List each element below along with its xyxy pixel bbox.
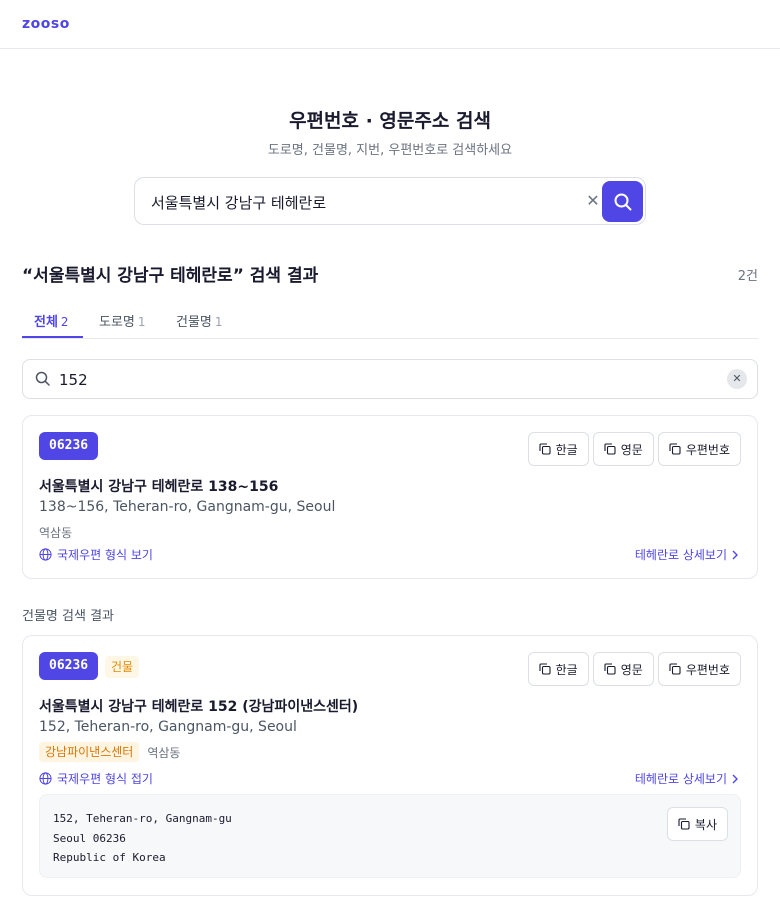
filter-input[interactable] xyxy=(59,369,659,391)
result-card: 06236 한글 영문 우편번호 서울특별시 강남구 테헤란로 138~156 … xyxy=(22,415,758,579)
copy-button-label: 영문 xyxy=(620,662,643,677)
result-tabs: 전체 2 도로명 1 건물명 1 xyxy=(22,298,758,339)
copy-korean-button[interactable]: 한글 xyxy=(527,432,589,466)
copy-buttons: 한글 영문 우편번호 xyxy=(527,432,741,466)
dong-name: 역삼동 xyxy=(39,526,73,540)
chevron-right-icon xyxy=(732,774,738,783)
copy-icon xyxy=(539,663,551,675)
page-title: 우편번호 · 영문주소 검색 xyxy=(289,110,491,132)
intl-format-toggle[interactable]: 국제우편 형식 보기 xyxy=(39,546,153,563)
globe-icon xyxy=(39,772,52,785)
active-tab-indicator xyxy=(22,336,83,338)
tab-all[interactable]: 전체 2 xyxy=(34,311,69,330)
detail-link[interactable]: 테헤란로 상세보기 xyxy=(635,546,739,563)
copy-icon xyxy=(539,443,551,455)
dong-name: 역삼동 xyxy=(147,745,181,760)
copy-icon xyxy=(604,663,616,675)
copy-icon xyxy=(604,443,616,455)
copy-icon xyxy=(678,818,690,830)
intl-line: 152, Teheran-ro, Gangnam-gu xyxy=(53,812,232,825)
copy-zip-button[interactable]: 우편번호 xyxy=(657,432,741,466)
tab-count: 1 xyxy=(214,315,223,329)
section-label: 건물명 검색 결과 xyxy=(22,609,114,624)
intl-toggle-label: 국제우편 형식 접기 xyxy=(57,772,153,786)
clear-filter-icon[interactable]: ✕ xyxy=(727,369,747,389)
copy-english-button[interactable]: 영문 xyxy=(592,432,654,466)
clear-search-icon[interactable]: ✕ xyxy=(583,191,603,211)
copy-icon xyxy=(669,443,681,455)
copy-button-label: 한글 xyxy=(555,662,578,677)
copy-button-label: 우편번호 xyxy=(685,662,730,677)
copy-zip-button[interactable]: 우편번호 xyxy=(657,652,741,686)
building-type-badge: 건물 xyxy=(105,656,140,678)
tab-label: 건물명 xyxy=(176,315,212,330)
tab-count: 1 xyxy=(137,315,146,329)
search-icon xyxy=(614,193,631,210)
search-icon xyxy=(35,371,50,386)
results-count: 2건 xyxy=(737,269,758,284)
search-button[interactable] xyxy=(602,181,643,222)
logo[interactable]: zooso xyxy=(22,16,70,32)
copy-korean-button[interactable]: 한글 xyxy=(527,652,589,686)
detail-link-label: 테헤란로 상세보기 xyxy=(634,548,727,562)
copy-button-label: 우편번호 xyxy=(685,442,730,457)
tab-label: 도로명 xyxy=(99,315,135,330)
intl-address-lines: 152, Teheran-ro, Gangnam-gu Seoul 06236 … xyxy=(53,809,232,868)
copy-button-label: 영문 xyxy=(620,442,643,457)
zip-badge: 06236 xyxy=(39,652,99,680)
result-card: 06236 건물 한글 영문 우편번호 서울특별시 강남구 테헤란로 152 (… xyxy=(22,635,758,896)
intl-format-toggle[interactable]: 국제우편 형식 접기 xyxy=(39,770,153,787)
filter-box: ✕ xyxy=(22,359,758,399)
page-subtitle: 도로명, 건물명, 지번, 우편번호로 검색하세요 xyxy=(267,143,513,158)
tab-count: 2 xyxy=(60,315,69,329)
copy-intl-button[interactable]: 복사 xyxy=(666,807,728,841)
intl-line: Seoul 06236 xyxy=(53,831,126,845)
intl-line: Republic of Korea xyxy=(53,851,166,864)
tab-building[interactable]: 건물명 1 xyxy=(176,311,223,330)
detail-link-label: 테헤란로 상세보기 xyxy=(634,772,727,786)
tab-road[interactable]: 도로명 1 xyxy=(99,311,146,330)
globe-icon xyxy=(39,548,52,561)
tab-label: 전체 xyxy=(34,315,58,330)
tag-row: 강남파이낸스센터 역삼동 xyxy=(39,742,180,762)
address-english: 138~156, Teheran-ro, Gangnam-gu, Seoul xyxy=(39,499,336,515)
detail-link[interactable]: 테헤란로 상세보기 xyxy=(635,770,739,787)
copy-buttons: 한글 영문 우편번호 xyxy=(527,652,741,686)
address-korean: 서울특별시 강남구 테헤란로 138~156 xyxy=(39,479,279,495)
copy-button-label: 복사 xyxy=(694,817,717,832)
zip-badge: 06236 xyxy=(39,432,99,460)
chevron-right-icon xyxy=(732,550,738,559)
main-search-input[interactable] xyxy=(151,190,571,214)
copy-english-button[interactable]: 영문 xyxy=(592,652,654,686)
address-korean: 서울특별시 강남구 테헤란로 152 (강남파이낸스센터) xyxy=(39,699,359,715)
building-name-tag: 강남파이낸스센터 xyxy=(39,742,140,762)
address-english: 152, Teheran-ro, Gangnam-gu, Seoul xyxy=(39,719,297,735)
copy-button-label: 한글 xyxy=(555,442,578,457)
intl-address-box: 152, Teheran-ro, Gangnam-gu Seoul 06236 … xyxy=(39,794,741,878)
top-bar: zooso xyxy=(0,0,780,49)
copy-icon xyxy=(669,663,681,675)
results-title: “서울특별시 강남구 테헤란로” 검색 결과 xyxy=(22,266,319,286)
intl-toggle-label: 국제우편 형식 보기 xyxy=(57,548,153,562)
main-search-box: ✕ xyxy=(134,177,646,225)
